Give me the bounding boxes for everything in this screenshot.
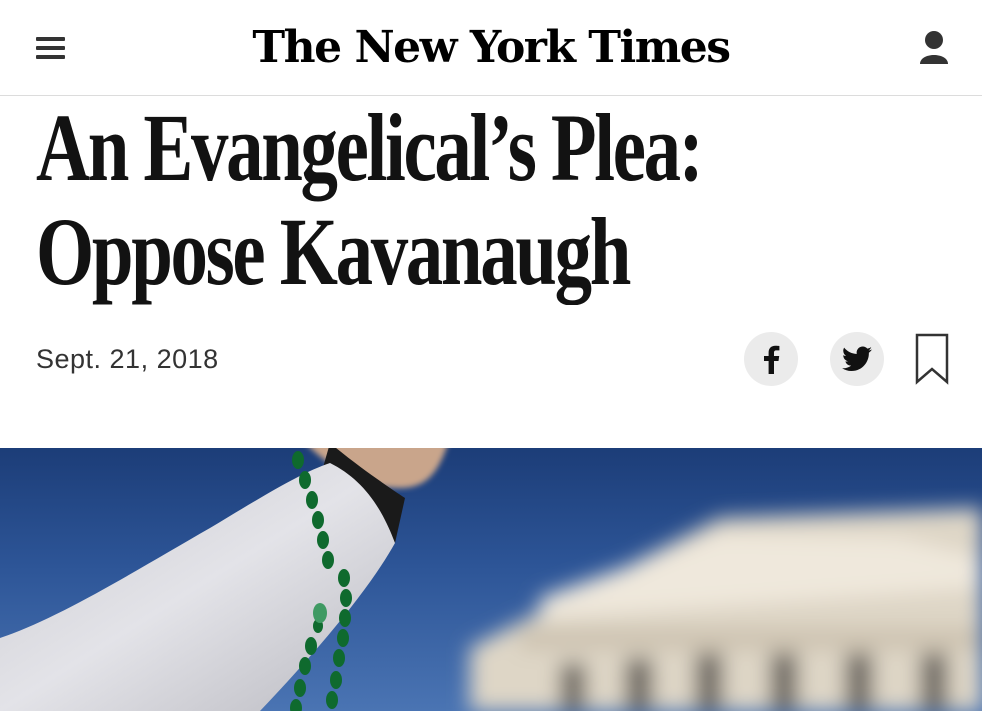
save-article-button[interactable] bbox=[915, 333, 949, 385]
article-headline: An Evangelical’s Plea: Oppose Kavanaugh bbox=[36, 94, 704, 305]
hero-image bbox=[0, 448, 982, 711]
nyt-logo[interactable]: The New York Times bbox=[0, 18, 982, 78]
facebook-icon bbox=[764, 345, 780, 374]
supreme-court-rosary-photo bbox=[0, 448, 982, 711]
account-button[interactable] bbox=[918, 30, 950, 66]
twitter-share-button[interactable] bbox=[830, 332, 884, 386]
twitter-icon bbox=[842, 346, 872, 371]
masthead: The New York Times bbox=[0, 0, 982, 96]
headline-line: Oppose Kavanaugh bbox=[36, 198, 631, 305]
bookmark-icon bbox=[915, 333, 949, 385]
facebook-share-button[interactable] bbox=[744, 332, 798, 386]
user-icon bbox=[920, 31, 948, 64]
headline-line: An Evangelical’s Plea: bbox=[36, 94, 704, 201]
publish-date: Sept. 21, 2018 bbox=[36, 344, 219, 374]
